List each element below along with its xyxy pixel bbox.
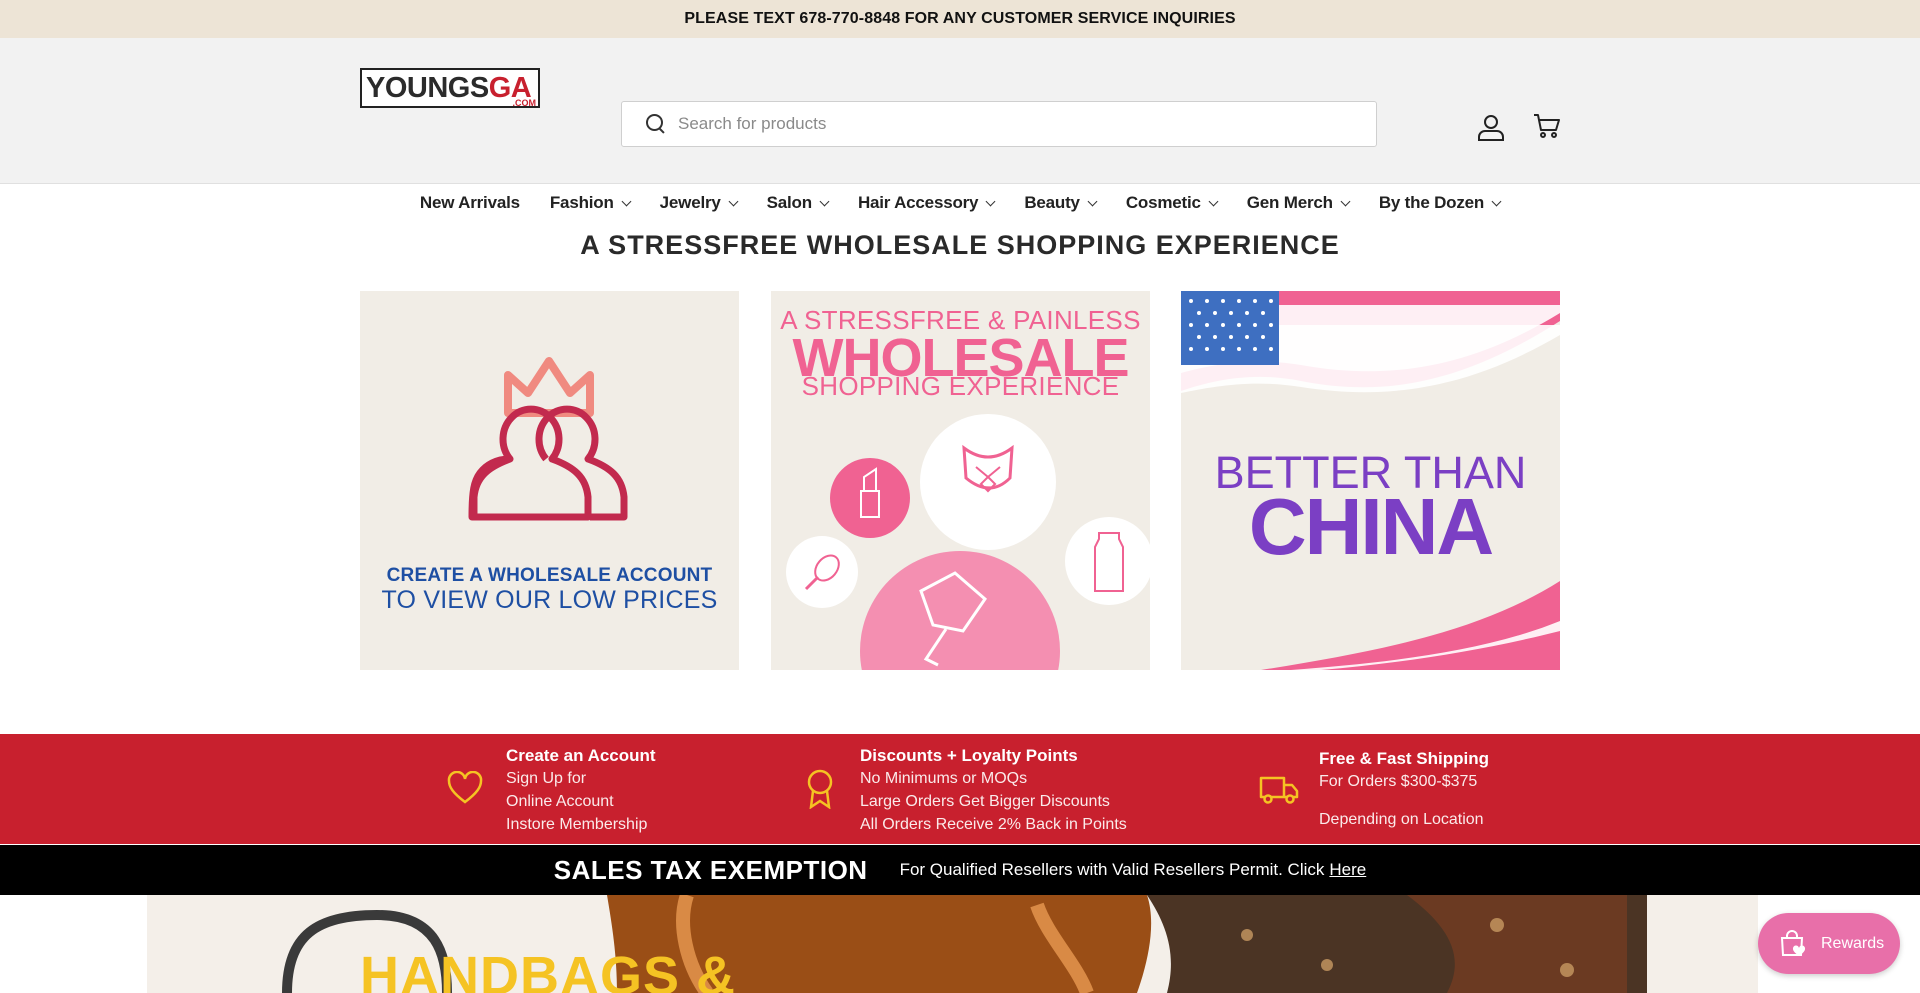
promo-tile-better-than-china[interactable]: BETTER THAN CHINA	[1181, 291, 1560, 670]
chevron-down-icon	[1491, 196, 1502, 206]
logo-suffix: .COM	[512, 98, 537, 108]
site-logo[interactable]: YOUNGSGA .COM	[360, 68, 540, 108]
banner-title: HANDBAGS &	[360, 946, 737, 993]
sales-tax-text: For Qualified Resellers with Valid Resel…	[899, 860, 1325, 879]
chevron-down-icon	[1340, 196, 1351, 206]
perk-line: Large Orders Get Bigger Discounts	[860, 793, 1110, 810]
rewards-button[interactable]: Rewards	[1758, 913, 1900, 974]
perks-bar: Create an Account Sign Up for Online Acc…	[0, 734, 1920, 844]
perk-discounts-loyalty: Discounts + Loyalty Points No Minimums o…	[860, 744, 1127, 836]
nav-by-the-dozen[interactable]: By the Dozen	[1364, 193, 1515, 213]
tile1-line2: TO VIEW OUR LOW PRICES	[381, 586, 718, 614]
chevron-down-icon	[728, 196, 739, 206]
perk-free-shipping: Free & Fast Shipping For Orders $300-$37…	[1319, 747, 1489, 831]
sales-tax-bar: SALES TAX EXEMPTION For Qualified Resell…	[0, 845, 1920, 895]
perk-line: For Orders $300-$375	[1319, 773, 1478, 790]
perk-title: Free & Fast Shipping	[1319, 749, 1490, 768]
site-header: YOUNGSGA .COM New Arrivals Fashion Jewel…	[0, 38, 1920, 212]
search-bar[interactable]	[621, 101, 1377, 147]
nav-salon[interactable]: Salon	[752, 193, 843, 213]
shopping-bag-heart-icon	[1780, 929, 1806, 956]
perk-line: Online Account	[506, 793, 614, 810]
award-ribbon-icon	[807, 769, 833, 809]
nav-hair-accessory[interactable]: Hair Accessory	[843, 193, 1009, 213]
chevron-down-icon	[819, 196, 830, 206]
search-icon[interactable]	[645, 113, 667, 135]
chevron-down-icon	[1087, 196, 1098, 206]
logo-wordmark: YOUNGSGA	[366, 72, 532, 104]
nav-new-arrivals[interactable]: New Arrivals	[405, 193, 535, 213]
perk-line: All Orders Receive 2% Back in Points	[860, 816, 1127, 833]
handbags-banner[interactable]: HANDBAGS &	[147, 895, 1758, 993]
perk-title: Discounts + Loyalty Points	[860, 746, 1078, 765]
beauty-products-illustration	[786, 414, 1150, 670]
nav-beauty[interactable]: Beauty	[1009, 193, 1111, 213]
heart-icon	[447, 771, 483, 804]
perk-line: Sign Up for	[506, 770, 587, 787]
announcement-bar: PLEASE TEXT 678-770-8848 FOR ANY CUSTOME…	[0, 0, 1920, 38]
hero-title: A STRESSFREE WHOLESALE SHOPPING EXPERIEN…	[580, 230, 1340, 260]
truck-icon	[1259, 776, 1299, 804]
promo-tile-create-account[interactable]: CREATE A WHOLESALE ACCOUNT TO VIEW OUR L…	[360, 291, 739, 670]
tile1-line1: CREATE A WHOLESALE ACCOUNT	[386, 565, 713, 586]
nav-fashion[interactable]: Fashion	[535, 193, 645, 213]
chevron-down-icon	[985, 196, 996, 206]
nav-gen-merch[interactable]: Gen Merch	[1232, 193, 1364, 213]
perk-line: Depending on Location	[1319, 811, 1484, 828]
cart-icon[interactable]	[1533, 112, 1561, 140]
chevron-down-icon	[1208, 196, 1219, 206]
promo-tile-wholesale[interactable]: A STRESSFREE & PAINLESS WHOLESALE SHOPPI…	[771, 291, 1150, 670]
perk-line: No Minimums or MOQs	[860, 770, 1028, 787]
nav-cosmetic[interactable]: Cosmetic	[1111, 193, 1232, 213]
perk-title: Create an Account	[506, 746, 656, 765]
account-icon[interactable]	[1476, 112, 1506, 142]
perk-create-account: Create an Account Sign Up for Online Acc…	[506, 744, 656, 836]
main-navigation: New Arrivals Fashion Jewelry Salon Hair …	[0, 184, 1920, 222]
sales-tax-title: SALES TAX EXEMPTION	[553, 854, 868, 885]
sales-tax-here-link[interactable]: Here	[1329, 860, 1366, 880]
nav-jewelry[interactable]: Jewelry	[645, 193, 752, 213]
tile3-line2: CHINA	[1248, 482, 1494, 571]
chevron-down-icon	[621, 196, 632, 206]
search-input[interactable]	[678, 114, 1358, 134]
announcement-text: PLEASE TEXT 678-770-8848 FOR ANY CUSTOME…	[684, 10, 1236, 27]
perk-line: Instore Membership	[506, 816, 648, 833]
rewards-label: Rewards	[1821, 934, 1885, 952]
